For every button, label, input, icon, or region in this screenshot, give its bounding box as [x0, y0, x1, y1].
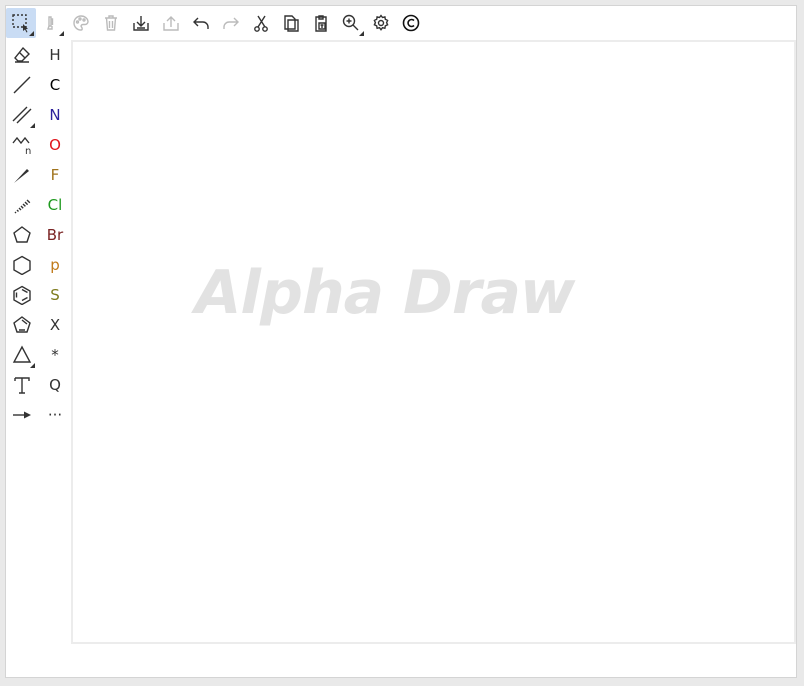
selection-rect-icon [12, 14, 28, 33]
pentagon-icon [13, 226, 31, 243]
svg-text:n: n [25, 146, 31, 155]
benzene-tool[interactable] [7, 280, 37, 310]
copyright-icon [402, 14, 420, 32]
watermark: Alpha Draw [195, 258, 575, 328]
atom-button[interactable]: O [40, 130, 70, 160]
delete-button[interactable] [96, 8, 126, 38]
submenu-indicator [29, 31, 34, 36]
triangle-icon [12, 345, 32, 363]
about-button[interactable] [396, 8, 426, 38]
copy-icon [284, 15, 299, 32]
trash-icon [105, 15, 117, 31]
hand-icon [47, 16, 54, 30]
left-toolbar: n [7, 40, 37, 430]
palette-icon [73, 15, 89, 31]
chain-icon: n [12, 136, 31, 155]
wedge-bond-icon [14, 169, 29, 183]
scissors-icon [254, 15, 268, 32]
settings-button[interactable] [366, 8, 396, 38]
single-bond-icon [13, 76, 31, 94]
gear-icon [373, 14, 389, 31]
paste-button[interactable] [306, 8, 336, 38]
atom-button[interactable]: * [40, 340, 70, 370]
undo-button[interactable] [186, 8, 216, 38]
import-button[interactable] [126, 8, 156, 38]
palette-button[interactable] [66, 8, 96, 38]
upload-icon [163, 16, 179, 31]
atom-button[interactable]: S [40, 280, 70, 310]
submenu-indicator [30, 363, 35, 368]
hexagon-icon [13, 255, 31, 275]
eraser-icon [14, 46, 30, 63]
atom-button[interactable]: p [40, 250, 70, 280]
submenu-indicator [59, 31, 64, 36]
single-bond-tool[interactable] [7, 70, 37, 100]
cyclopentadiene-icon [13, 316, 31, 333]
atom-button[interactable]: N [40, 100, 70, 130]
paste-icon [315, 15, 327, 32]
hexagon-tool[interactable] [7, 250, 37, 280]
undo-icon [193, 17, 209, 29]
benzene-icon [13, 285, 31, 305]
submenu-indicator [30, 123, 35, 128]
atom-palette: H C N O F Cl Br p S X * Q ··· [40, 40, 70, 430]
hash-bond-tool[interactable] [7, 190, 37, 220]
atom-button[interactable]: H [40, 40, 70, 70]
submenu-indicator [359, 31, 364, 36]
redo-button[interactable] [216, 8, 246, 38]
select-tool[interactable] [6, 8, 36, 38]
eraser-tool[interactable] [7, 40, 37, 70]
atom-button[interactable]: C [40, 70, 70, 100]
text-tool[interactable] [7, 370, 37, 400]
pentagon-tool[interactable] [7, 220, 37, 250]
double-bond-tool[interactable] [7, 100, 37, 130]
hash-bond-icon [14, 199, 31, 214]
atom-button[interactable]: ··· [40, 400, 70, 430]
double-bond-icon [12, 106, 32, 124]
atom-button[interactable]: Br [40, 220, 70, 250]
triangle-tool[interactable] [7, 340, 37, 370]
top-toolbar [6, 7, 796, 39]
atom-button[interactable]: Q [40, 370, 70, 400]
wedge-bond-tool[interactable] [7, 160, 37, 190]
zoom-in-icon [342, 14, 359, 31]
copy-button[interactable] [276, 8, 306, 38]
chain-tool[interactable]: n [7, 130, 37, 160]
hand-tool-button[interactable] [36, 8, 66, 38]
atom-button[interactable]: X [40, 310, 70, 340]
arrow-icon [13, 411, 31, 419]
cyclopentadiene-tool[interactable] [7, 310, 37, 340]
download-icon [133, 16, 149, 31]
cut-button[interactable] [246, 8, 276, 38]
zoom-button[interactable] [336, 8, 366, 38]
drawing-canvas[interactable] [71, 40, 796, 644]
arrow-tool[interactable] [7, 400, 37, 430]
atom-button[interactable]: Cl [40, 190, 70, 220]
export-button[interactable] [156, 8, 186, 38]
text-icon [14, 377, 30, 394]
redo-icon [223, 17, 239, 29]
atom-button[interactable]: F [40, 160, 70, 190]
